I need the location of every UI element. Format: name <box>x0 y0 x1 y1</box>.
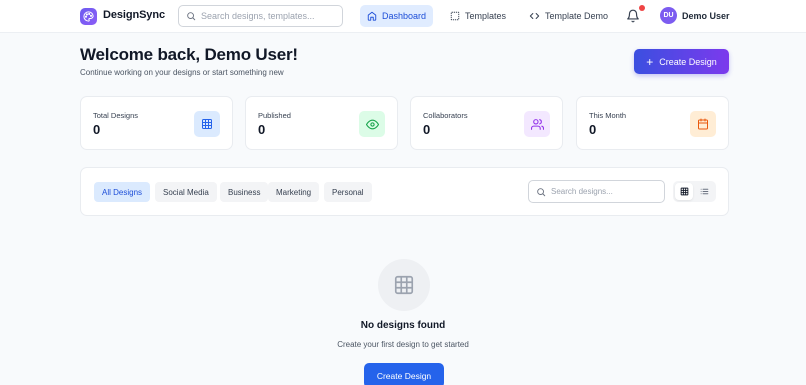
notification-badge <box>639 5 645 11</box>
stat-label: Total Designs <box>93 111 139 120</box>
avatar[interactable]: DU <box>660 7 677 24</box>
layout-icon <box>450 11 460 21</box>
grid-icon <box>394 275 414 295</box>
nav-dashboard[interactable]: Dashboard <box>360 5 434 27</box>
nav-templates-label: Templates <box>465 11 507 21</box>
filter-chip-business[interactable]: Business <box>220 182 269 202</box>
list-view-icon[interactable] <box>695 183 713 200</box>
eye-icon <box>359 111 385 137</box>
stat-value: 0 <box>258 122 266 137</box>
global-search[interactable] <box>178 5 343 27</box>
page-title: Welcome back, Demo User! <box>80 45 298 64</box>
filter-chip-social-media[interactable]: Social Media <box>155 182 217 202</box>
create-design-button[interactable]: + Create Design <box>634 49 729 74</box>
calendar-icon <box>690 111 716 137</box>
top-header: DesignSync Dashboard Templates Template … <box>0 0 806 33</box>
stat-label: Published <box>258 111 291 120</box>
stat-card-published: Published 0 <box>245 96 398 150</box>
design-search[interactable] <box>528 180 665 203</box>
home-icon <box>367 11 377 21</box>
stat-value: 0 <box>589 122 597 137</box>
stat-value: 0 <box>93 122 101 137</box>
empty-state-create-button[interactable]: Create Design <box>364 363 444 385</box>
grid-view-icon[interactable] <box>675 183 693 200</box>
filter-chip-marketing[interactable]: Marketing <box>268 182 320 202</box>
bell-icon[interactable] <box>626 9 640 23</box>
stat-label: Collaborators <box>423 111 468 120</box>
plus-icon: + <box>646 54 654 69</box>
users-icon <box>524 111 550 137</box>
filter-chip-personal[interactable]: Personal <box>324 182 372 202</box>
search-icon <box>537 187 546 196</box>
global-search-input[interactable] <box>201 11 331 21</box>
nav-dashboard-label: Dashboard <box>382 11 427 21</box>
stat-card-collaborators: Collaborators 0 <box>410 96 563 150</box>
nav-templates[interactable]: Templates <box>443 5 513 27</box>
nav-template-demo-label: Template Demo <box>545 11 609 21</box>
stat-card-this-month: This Month 0 <box>576 96 729 150</box>
design-search-input[interactable] <box>551 187 661 196</box>
empty-state-title: No designs found <box>360 320 446 331</box>
filter-bar: All Designs Social Media Business Market… <box>80 167 729 216</box>
user-name[interactable]: Demo User <box>682 11 730 21</box>
logo-icon[interactable] <box>80 8 97 25</box>
brand-name[interactable]: DesignSync <box>103 9 165 21</box>
empty-state-subtitle: Create your first design to get started <box>337 340 469 349</box>
code-icon <box>529 13 540 19</box>
page-subtitle: Continue working on your designs or star… <box>80 68 284 77</box>
filter-chip-all-designs[interactable]: All Designs <box>94 182 151 202</box>
create-design-button-label: Create Design <box>659 56 717 67</box>
view-toggle <box>673 181 716 202</box>
search-icon <box>187 12 196 21</box>
stat-card-total-designs: Total Designs 0 <box>80 96 233 150</box>
stat-value: 0 <box>423 122 431 137</box>
empty-state-graphic <box>378 259 430 311</box>
nav-template-demo[interactable]: Template Demo <box>522 5 615 27</box>
stat-label: This Month <box>589 111 627 120</box>
grid-icon <box>194 111 220 137</box>
